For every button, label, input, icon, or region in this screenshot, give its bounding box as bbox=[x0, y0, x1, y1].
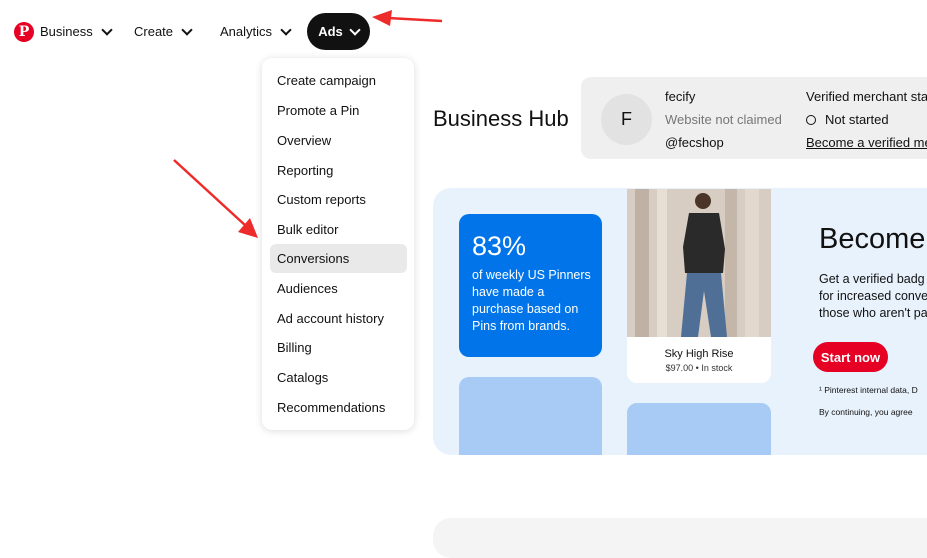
annotation-arrow-ads bbox=[387, 16, 443, 23]
arrow-head-icon bbox=[372, 10, 392, 26]
annotation-arrow-conversions bbox=[173, 159, 247, 227]
annotation-arrows bbox=[173, 10, 443, 238]
